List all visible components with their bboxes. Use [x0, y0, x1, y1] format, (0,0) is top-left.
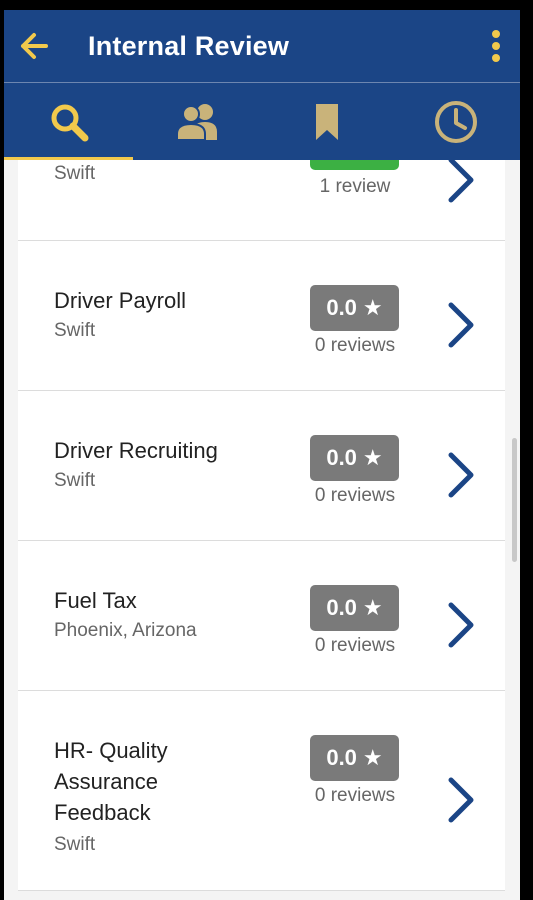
tab-bookmarks[interactable] [262, 83, 391, 160]
review-count: 0 reviews [314, 335, 396, 356]
page-title: Internal Review [88, 30, 290, 61]
review-count: 1 review [319, 176, 391, 197]
star-icon: ★ [362, 595, 383, 620]
rating-value: 0.0 [326, 595, 357, 620]
review-count: 0 reviews [314, 635, 396, 656]
item-org: Phoenix, Arizona [54, 620, 197, 641]
back-button[interactable] [10, 22, 58, 70]
review-count: 0 reviews [314, 785, 396, 806]
item-org: Swift [54, 163, 96, 184]
bookmark-icon [315, 103, 338, 140]
star-icon: ★ [362, 445, 383, 470]
rating-value: 0.0 [326, 445, 357, 470]
rating-value: 0.0 [326, 295, 357, 320]
rating-badge: 0.0 ★ [310, 585, 399, 631]
chevron-right-icon[interactable] [443, 160, 479, 204]
people-icon [175, 103, 217, 141]
item-name: Driver Recruiting [54, 438, 218, 463]
item-name: Fuel Tax [54, 588, 137, 613]
list-item[interactable]: Swift 1 review [18, 160, 505, 241]
rating-value: 0.0 [326, 745, 357, 770]
chevron-right-icon[interactable] [443, 451, 479, 499]
arrow-left-icon [21, 33, 48, 59]
chevron-right-icon[interactable] [443, 601, 479, 649]
item-name: Driver Payroll [54, 288, 187, 313]
item-org: Swift [54, 320, 96, 341]
more-vertical-icon [492, 30, 500, 38]
tab-bar [4, 83, 520, 160]
chevron-right-icon[interactable] [443, 776, 479, 824]
review-list: Swift 1 review Driver Payroll Swift 0.0 … [18, 160, 505, 900]
tab-history[interactable] [391, 83, 520, 160]
rating-badge [310, 160, 399, 170]
list-item[interactable]: Driver Payroll Swift 0.0 ★ 0 reviews [18, 241, 505, 391]
review-count: 0 reviews [314, 485, 396, 506]
item-name-line: HR- Quality [54, 738, 168, 763]
list-item[interactable]: Driver Recruiting Swift 0.0 ★ 0 reviews [18, 391, 505, 541]
list-item[interactable]: Fuel Tax Phoenix, Arizona 0.0 ★ 0 review… [18, 541, 505, 691]
rating-badge: 0.0 ★ [310, 285, 399, 331]
rating-badge: 0.0 ★ [310, 435, 399, 481]
chevron-right-icon[interactable] [443, 301, 479, 349]
star-icon: ★ [362, 295, 383, 320]
clock-icon [434, 100, 477, 143]
star-icon: ★ [362, 745, 383, 770]
tab-search[interactable] [4, 83, 133, 160]
item-name-line: Assurance [54, 769, 158, 794]
item-name: HR- Quality Assurance Feedback [54, 735, 168, 828]
item-org: Swift [54, 834, 96, 855]
scrollbar[interactable] [512, 438, 517, 562]
rating-badge: 0.0 ★ [310, 735, 399, 781]
app-window: Internal Review Swift 1 review Driver Pa… [4, 10, 520, 900]
search-icon [51, 104, 88, 141]
list-item[interactable]: HR- Quality Assurance Feedback Swift 0.0… [18, 691, 505, 891]
item-org: Swift [54, 470, 96, 491]
tab-people[interactable] [133, 83, 262, 160]
more-options-button[interactable] [482, 26, 510, 66]
item-name-line: Feedback [54, 800, 151, 825]
app-bar: Internal Review [4, 10, 520, 82]
